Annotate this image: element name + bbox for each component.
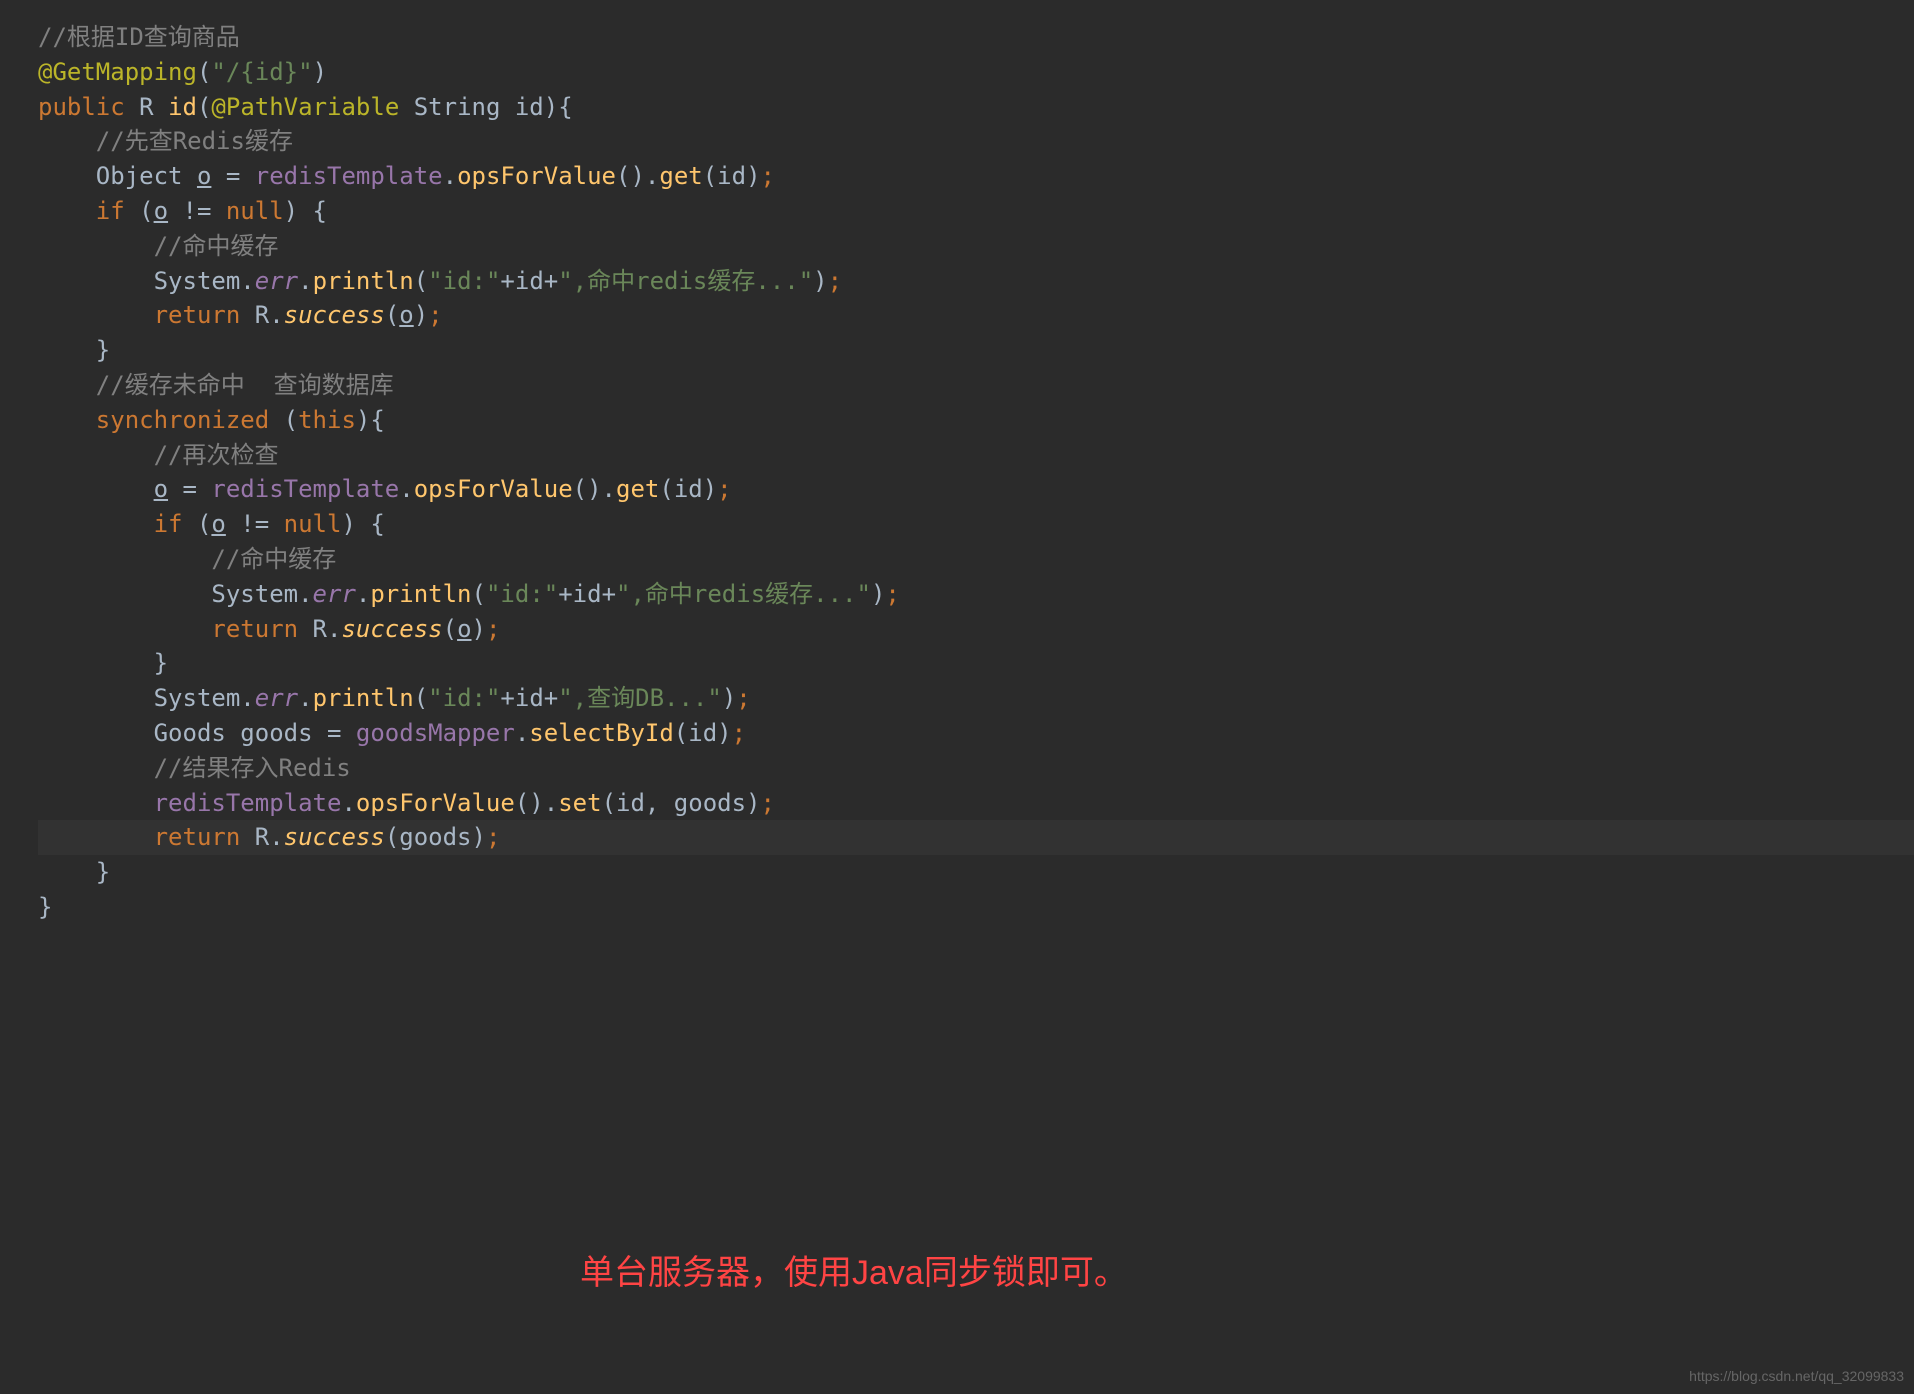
code-editor[interactable]: //根据ID查询商品 @GetMapping("/{id}") public R… [0,0,1914,925]
watermark: https://blog.csdn.net/qq_32099833 [1689,1366,1904,1386]
code-line: @GetMapping("/{id}") [38,55,1914,90]
code-line: return R.success(o); [38,612,1914,647]
code-line: } [38,333,1914,368]
annotation: @GetMapping [38,58,197,86]
code-line: public R id(@PathVariable String id){ [38,90,1914,125]
code-line: o = redisTemplate.opsForValue().get(id); [38,472,1914,507]
string: "/{id}" [211,58,312,86]
code-line: } [38,855,1914,890]
code-line: //再次检查 [38,438,1914,473]
annotation-text: 单台服务器，使用Java同步锁即可。 [580,1249,1128,1298]
code-line: System.err.println("id:"+id+",命中redis缓存.… [38,577,1914,612]
code-line: //结果存入Redis [38,751,1914,786]
code-line: //命中缓存 [38,542,1914,577]
code-line: //命中缓存 [38,229,1914,264]
code-line: } [38,890,1914,925]
code-line: //先查Redis缓存 [38,124,1914,159]
code-line: Goods goods = goodsMapper.selectById(id)… [38,716,1914,751]
code-line: Object o = redisTemplate.opsForValue().g… [38,159,1914,194]
code-line: //缓存未命中 查询数据库 [38,368,1914,403]
code-line: } [38,646,1914,681]
code-line: System.err.println("id:"+id+",查询DB..."); [38,681,1914,716]
code-line: redisTemplate.opsForValue().set(id, good… [38,786,1914,821]
code-line: System.err.println("id:"+id+",命中redis缓存.… [38,264,1914,299]
code-line: if (o != null) { [38,194,1914,229]
code-line: //根据ID查询商品 [38,20,1914,55]
code-line: if (o != null) { [38,507,1914,542]
code-line: synchronized (this){ [38,403,1914,438]
code-line: return R.success(o); [38,298,1914,333]
code-line-highlighted: return R.success(goods); [38,820,1914,855]
comment: //根据ID查询商品 [38,23,240,51]
